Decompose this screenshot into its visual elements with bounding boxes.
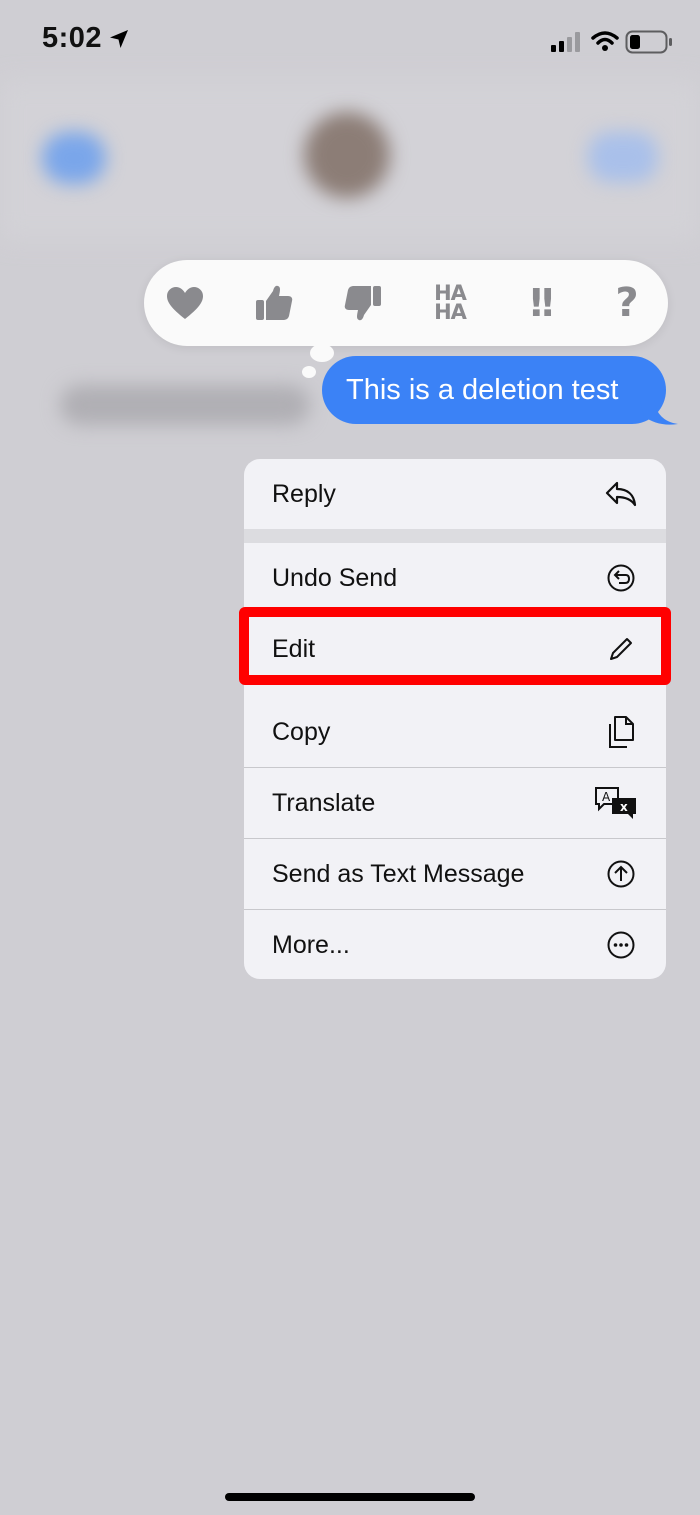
menu-item-label: Translate xyxy=(272,788,376,817)
menu-item-more[interactable]: More... xyxy=(244,910,666,979)
haha-icon[interactable]: HA HA xyxy=(415,260,485,346)
bubble-tail xyxy=(640,400,678,425)
status-bar: 5:02 xyxy=(0,0,700,80)
ellipsis-circle-icon xyxy=(604,928,638,962)
exclamation-label: !! xyxy=(527,281,557,325)
menu-item-copy[interactable]: Copy xyxy=(244,697,666,767)
copy-icon xyxy=(604,715,638,749)
menu-item-send-as-text[interactable]: Send as Text Message xyxy=(244,839,666,909)
menu-item-label: More... xyxy=(272,930,350,959)
menu-item-label: Send as Text Message xyxy=(272,859,525,888)
tapback-bar: HA HA !! ? xyxy=(144,260,668,346)
tapback-tail-small xyxy=(302,366,316,378)
haha-label-bottom: HA xyxy=(434,300,467,324)
exclamation-icon[interactable]: !! xyxy=(504,260,574,346)
question-label: ? xyxy=(615,280,639,326)
menu-section-gap xyxy=(244,529,666,543)
back-button-icon xyxy=(42,132,106,184)
location-arrow-icon xyxy=(108,28,130,55)
status-time: 5:02 xyxy=(42,22,103,54)
menu-item-reply[interactable]: Reply xyxy=(244,459,666,529)
contact-avatar xyxy=(304,112,390,198)
facetime-video-icon xyxy=(588,132,658,182)
arrow-up-circle-icon xyxy=(604,857,638,891)
menu-item-translate[interactable]: Translate A x xyxy=(244,768,666,838)
thumbs-down-icon[interactable] xyxy=(328,260,398,346)
undo-icon xyxy=(604,561,638,595)
wifi-icon xyxy=(591,30,619,57)
menu-item-undo-send[interactable]: Undo Send xyxy=(244,543,666,613)
question-icon[interactable]: ? xyxy=(592,260,662,346)
menu-item-label: Reply xyxy=(272,479,336,508)
heart-icon[interactable] xyxy=(150,260,220,346)
battery-icon xyxy=(625,30,673,59)
translate-icon: A x xyxy=(594,786,638,820)
blurred-message xyxy=(60,385,310,425)
reply-icon xyxy=(604,477,638,511)
svg-text:x: x xyxy=(620,800,628,814)
menu-item-label: Undo Send xyxy=(272,563,398,592)
menu-item-label: Copy xyxy=(272,717,331,746)
context-menu: Reply Undo Send Edit Copy Translate A x … xyxy=(244,459,666,979)
message-bubble[interactable]: This is a deletion test xyxy=(322,356,666,424)
tapback-tail xyxy=(310,344,334,362)
svg-text:A: A xyxy=(602,790,611,804)
home-indicator[interactable] xyxy=(225,1493,475,1501)
edit-highlight-box xyxy=(239,607,671,685)
cellular-signal-icon xyxy=(551,32,583,57)
thumbs-up-icon[interactable] xyxy=(239,260,309,346)
